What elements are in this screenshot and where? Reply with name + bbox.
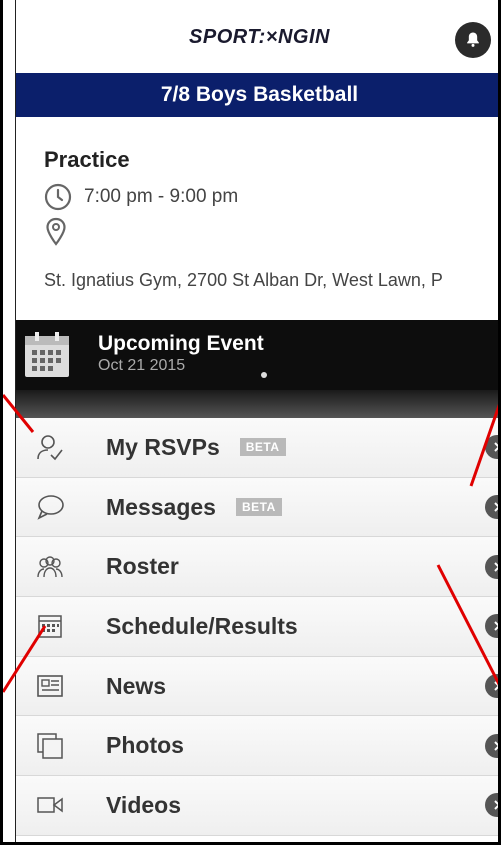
menu-item-schedule-results[interactable]: Schedule/Results [16,597,498,657]
event-card[interactable]: Practice 7:00 pm - 9:00 pm St. Ignatius … [16,117,498,320]
menu-item-messages[interactable]: Messages BETA [16,477,498,538]
location-pin-icon [46,217,66,246]
bell-icon [467,32,479,47]
banner-divider [16,390,498,418]
event-title: Practice [44,147,130,172]
calendar-icon [25,332,69,377]
event-time-row: 7:00 pm - 9:00 pm [44,183,498,211]
menu-label: Roster [106,553,179,580]
speech-bubble-icon [36,493,64,521]
video-camera-icon [36,791,64,819]
upcoming-event-title: Upcoming Event [98,332,264,355]
menu-label: Schedule/Results [106,612,298,639]
menu-item-roster[interactable]: Roster [16,537,498,598]
screenshot-frame: SPORT:×NGIN 7/8 Boys Basketball Practice… [0,0,501,845]
chevron-right-icon [485,435,498,460]
menu-item-news[interactable]: News [16,656,498,717]
chevron-right-icon [485,614,498,639]
app-header: SPORT:×NGIN [16,0,498,73]
photos-icon [36,732,64,760]
clock-icon [44,183,72,211]
menu-label: Photos [106,732,184,759]
menu-label: My RSVPs [106,433,220,460]
page-indicator-dot [261,372,267,378]
chevron-right-icon [485,495,498,520]
event-time: 7:00 pm - 9:00 pm [84,186,239,207]
menu-item-my-rsvps[interactable]: My RSVPs BETA [16,418,498,478]
app-screen: SPORT:×NGIN 7/8 Boys Basketball Practice… [15,0,498,842]
menu-label: Messages [106,493,216,520]
team-title-bar: 7/8 Boys Basketball [16,73,498,117]
beta-badge: BETA [239,438,286,457]
newspaper-icon [36,672,64,700]
event-location[interactable]: St. Ignatius Gym, 2700 St Alban Dr, West… [44,270,498,291]
chevron-right-icon [485,674,498,699]
menu-label: Videos [106,791,181,818]
chevron-right-icon [485,733,498,758]
team-menu: My RSVPs BETA Messages BETA Roster Sched… [16,418,498,836]
chevron-right-icon [485,793,498,818]
upcoming-event-banner[interactable]: Upcoming Event Oct 21 2015 [16,320,498,390]
people-icon [36,553,64,581]
notifications-bell-icon[interactable] [455,22,491,58]
menu-item-videos[interactable]: Videos [16,776,498,836]
chevron-right-icon [485,554,498,579]
upcoming-event-date: Oct 21 2015 [98,357,186,374]
rsvp-icon [36,433,64,461]
calendar-icon [36,612,64,640]
menu-item-photos[interactable]: Photos [16,716,498,777]
menu-label: News [106,672,167,699]
sportngin-logo: SPORT:×NGIN [189,26,330,48]
beta-badge: BETA [235,498,282,517]
upcoming-event-text: Upcoming Event Oct 21 2015 [98,332,264,375]
